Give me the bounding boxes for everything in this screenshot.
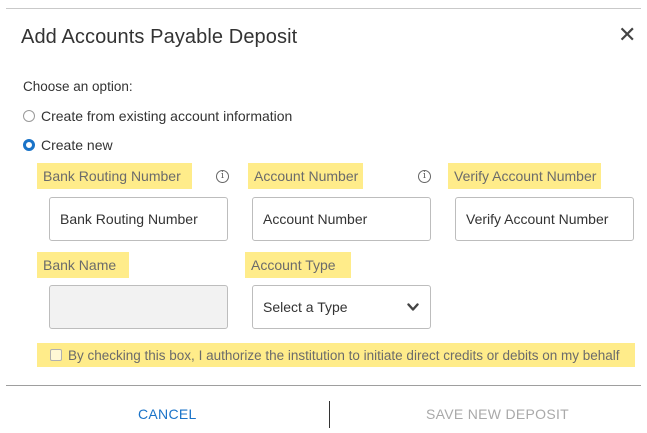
bank-routing-number-input[interactable]: Bank Routing Number: [49, 197, 228, 241]
info-icon[interactable]: i: [418, 170, 431, 183]
authorization-consent: By checking this box, I authorize the in…: [37, 343, 635, 367]
input-placeholder: Bank Routing Number: [60, 211, 198, 227]
account-number-input[interactable]: Account Number: [252, 197, 431, 241]
radio-existing-account[interactable]: Create from existing account information: [23, 108, 292, 124]
verify-account-number-input[interactable]: Verify Account Number: [455, 197, 634, 241]
radio-button-selected[interactable]: [23, 139, 35, 151]
info-icon[interactable]: i: [216, 170, 229, 183]
bank-routing-number-label: Bank Routing Number: [37, 163, 192, 189]
radio-label: Create from existing account information: [41, 108, 293, 124]
authorization-checkbox[interactable]: [50, 349, 62, 361]
select-value: Select a Type: [263, 299, 348, 315]
dialog-title: Add Accounts Payable Deposit: [21, 26, 298, 48]
account-type-select[interactable]: Select a Type: [252, 285, 431, 329]
radio-label: Create new: [41, 137, 113, 153]
radio-create-new[interactable]: Create new: [23, 137, 113, 153]
verify-account-number-label: Verify Account Number: [448, 163, 601, 189]
footer-button-separator: [329, 401, 330, 428]
cancel-button[interactable]: CANCEL: [138, 406, 197, 422]
top-divider: [6, 8, 641, 9]
account-type-label: Account Type: [245, 252, 351, 278]
bank-name-label: Bank Name: [37, 252, 129, 278]
close-icon[interactable]: ✕: [618, 24, 636, 46]
radio-button[interactable]: [23, 110, 35, 122]
footer-divider-line: [6, 385, 641, 386]
input-placeholder: Verify Account Number: [466, 211, 609, 227]
authorization-label: By checking this box, I authorize the in…: [68, 347, 620, 363]
account-number-label: Account Number: [248, 163, 363, 189]
choose-option-label: Choose an option:: [23, 79, 133, 94]
chevron-down-icon: [407, 303, 419, 311]
bank-name-input[interactable]: [49, 285, 228, 329]
input-placeholder: Account Number: [263, 211, 368, 227]
save-new-deposit-button[interactable]: SAVE NEW DEPOSIT: [426, 406, 569, 422]
